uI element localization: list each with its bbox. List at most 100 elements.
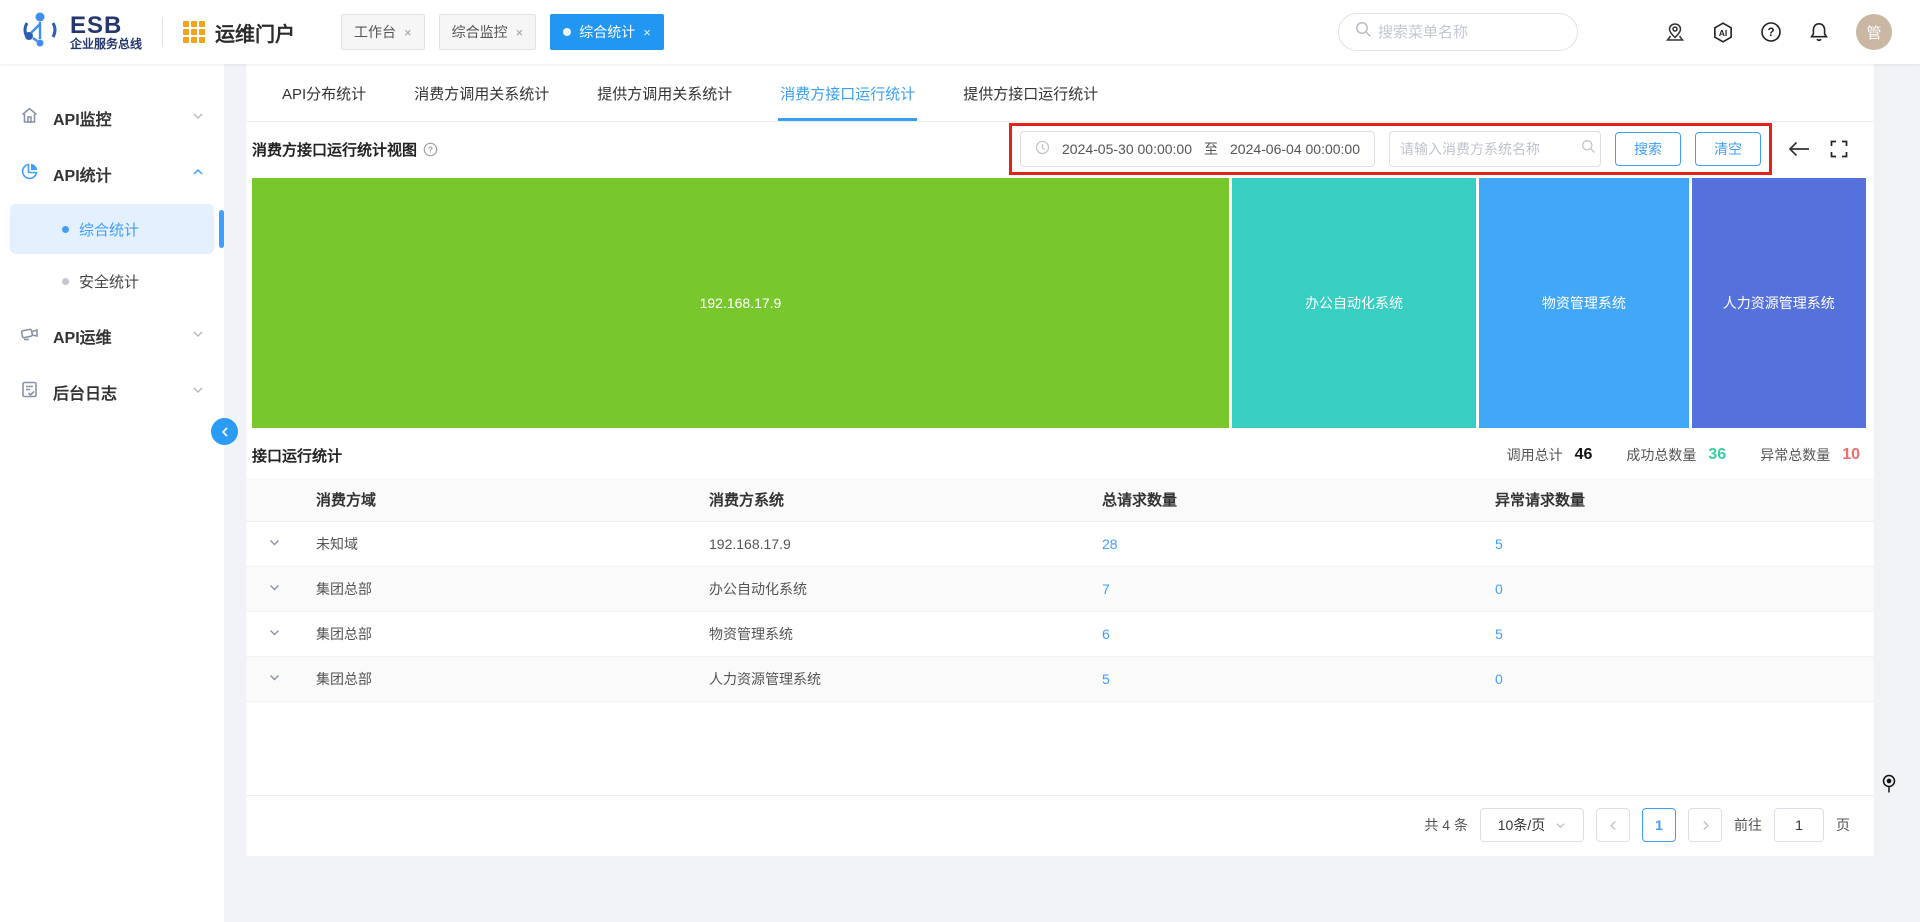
workspace-tab-workbench[interactable]: 工作台 ×: [341, 14, 425, 50]
page-size-select[interactable]: 10条/页: [1480, 808, 1584, 842]
sidebar-collapse-button[interactable]: [211, 418, 238, 445]
cell-domain: 集团总部: [302, 566, 695, 611]
sidebar-subitem-security-statistics[interactable]: 安全统计: [10, 256, 214, 306]
page-number-1[interactable]: 1: [1642, 808, 1676, 842]
expand-column-header: [246, 478, 302, 521]
pagination-total: 共 4 条: [1424, 815, 1468, 835]
cell-total[interactable]: 5: [1088, 656, 1481, 701]
menu-search-box[interactable]: [1338, 13, 1578, 51]
close-icon[interactable]: ×: [643, 25, 651, 40]
bullet-dot: [62, 226, 69, 233]
tab-provider-interface-run[interactable]: 提供方接口运行统计: [961, 64, 1100, 121]
svg-text:?: ?: [428, 144, 433, 154]
date-range-picker[interactable]: 2024-05-30 00:00:00 至 2024-06-04 00:00:0…: [1020, 131, 1375, 167]
date-end[interactable]: 2024-06-04 00:00:00: [1230, 141, 1360, 157]
header-divider: [162, 17, 163, 47]
sidebar-item-api-operations[interactable]: API运维: [0, 308, 224, 364]
sidebar: API监控 API统计 综合统计 安全统计: [0, 64, 224, 922]
page-unit-label: 页: [1836, 815, 1850, 835]
title-help-icon[interactable]: ?: [423, 142, 438, 157]
tab-consumer-call-relation[interactable]: 消费方调用关系统计: [412, 64, 551, 121]
table-row: 未知域 192.168.17.9 28 5: [246, 521, 1874, 566]
consumer-system-input[interactable]: [1400, 141, 1581, 157]
cell-system: 办公自动化系统: [695, 566, 1088, 611]
fullscreen-icon[interactable]: [1828, 138, 1850, 160]
stat-success-count: 成功总数量36: [1626, 445, 1726, 465]
statistics-panel: API分布统计 消费方调用关系统计 提供方调用关系统计 消费方接口运行统计 提供…: [246, 64, 1874, 856]
chevron-down-icon: [192, 109, 204, 127]
consumer-system-search-box[interactable]: [1389, 131, 1601, 167]
treemap-block-materials-management[interactable]: 物资管理系统: [1479, 178, 1688, 428]
tab-provider-call-relation[interactable]: 提供方调用关系统计: [595, 64, 734, 121]
chevron-up-icon: [192, 165, 204, 183]
row-expand-icon[interactable]: [246, 521, 302, 566]
sidebar-item-api-statistics[interactable]: API统计: [0, 146, 224, 202]
cell-errors[interactable]: 5: [1481, 611, 1874, 656]
view-title-text: 消费方接口运行统计视图: [252, 139, 417, 160]
tab-label: 综合统计: [579, 22, 635, 42]
date-start[interactable]: 2024-05-30 00:00:00: [1062, 141, 1192, 157]
close-icon[interactable]: ×: [516, 25, 524, 40]
menu-search-input[interactable]: [1378, 24, 1548, 41]
page-size-value: 10条/页: [1498, 815, 1545, 835]
close-icon[interactable]: ×: [404, 25, 412, 40]
table-section-title: 接口运行统计: [252, 445, 342, 466]
row-expand-icon[interactable]: [246, 656, 302, 701]
sidebar-item-label: 后台日志: [53, 380, 117, 404]
tab-consumer-interface-run[interactable]: 消费方接口运行统计: [778, 64, 917, 121]
logo-subtitle: 企业服务总线: [70, 38, 142, 51]
bell-icon[interactable]: [1808, 21, 1830, 43]
search-icon: [1355, 21, 1372, 43]
col-consumer-domain: 消费方域: [302, 478, 695, 521]
workspace-tab-monitor[interactable]: 综合监控 ×: [439, 14, 537, 50]
location-pin-icon[interactable]: [1664, 21, 1686, 43]
workspace-tabs: 工作台 × 综合监控 × 综合统计 ×: [341, 14, 664, 50]
sidebar-subitem-comprehensive-statistics[interactable]: 综合统计: [10, 204, 214, 254]
user-avatar[interactable]: 管: [1856, 14, 1892, 50]
workspace-tab-statistics[interactable]: 综合统计 ×: [550, 14, 664, 50]
tab-api-distribution[interactable]: API分布统计: [280, 64, 368, 121]
cell-system: 192.168.17.9: [695, 521, 1088, 566]
sidebar-item-label: API运维: [53, 324, 112, 348]
search-button[interactable]: 搜索: [1615, 132, 1681, 166]
view-title: 消费方接口运行统计视图 ?: [252, 139, 438, 160]
ai-icon[interactable]: AI: [1712, 21, 1734, 43]
row-expand-icon[interactable]: [246, 566, 302, 611]
cell-total[interactable]: 6: [1088, 611, 1481, 656]
portal-grid-icon: [183, 21, 205, 43]
logo-title: ESB: [70, 13, 142, 38]
stats-row: 接口运行统计 调用总计46 成功总数量36 异常总数量10: [246, 432, 1874, 478]
row-expand-icon[interactable]: [246, 611, 302, 656]
cell-errors[interactable]: 0: [1481, 566, 1874, 611]
prev-page-button[interactable]: [1596, 808, 1630, 842]
cell-errors[interactable]: 0: [1481, 656, 1874, 701]
cell-total[interactable]: 28: [1088, 521, 1481, 566]
floating-pin-icon[interactable]: [1880, 774, 1898, 799]
search-icon: [1581, 139, 1596, 159]
cell-total[interactable]: 7: [1088, 566, 1481, 611]
next-page-button[interactable]: [1688, 808, 1722, 842]
clear-button[interactable]: 清空: [1695, 132, 1761, 166]
treemap-block-office-automation[interactable]: 办公自动化系统: [1232, 178, 1476, 428]
cell-errors[interactable]: 5: [1481, 521, 1874, 566]
interface-run-table: 消费方域 消费方系统 总请求数量 异常请求数量 未知域 192.168.17.9…: [246, 478, 1874, 702]
statistics-tabs: API分布统计 消费方调用关系统计 提供方调用关系统计 消费方接口运行统计 提供…: [246, 64, 1874, 122]
log-document-icon: [20, 380, 39, 404]
treemap-label: 192.168.17.9: [700, 295, 782, 311]
sidebar-item-api-monitor[interactable]: API监控: [0, 90, 224, 146]
tab-label: 工作台: [354, 22, 396, 42]
panel-spacer: [246, 702, 1874, 796]
chevron-down-icon: [192, 383, 204, 401]
svg-text:?: ?: [1767, 27, 1774, 39]
back-arrow-icon[interactable]: [1788, 138, 1810, 160]
goto-page-input[interactable]: [1774, 808, 1824, 842]
portal-title-area: 运维门户: [183, 18, 295, 47]
treemap-block-192-168-17-9[interactable]: 192.168.17.9: [252, 178, 1229, 428]
consumer-system-treemap: 192.168.17.9 办公自动化系统 物资管理系统 人力资源管理系统: [252, 178, 1866, 428]
sidebar-item-backend-logs[interactable]: 后台日志: [0, 364, 224, 420]
active-indicator-bar: [219, 210, 224, 248]
main-content: API分布统计 消费方调用关系统计 提供方调用关系统计 消费方接口运行统计 提供…: [224, 64, 1920, 922]
help-icon[interactable]: ?: [1760, 21, 1782, 43]
treemap-block-hr-management[interactable]: 人力资源管理系统: [1692, 178, 1866, 428]
cell-system: 物资管理系统: [695, 611, 1088, 656]
